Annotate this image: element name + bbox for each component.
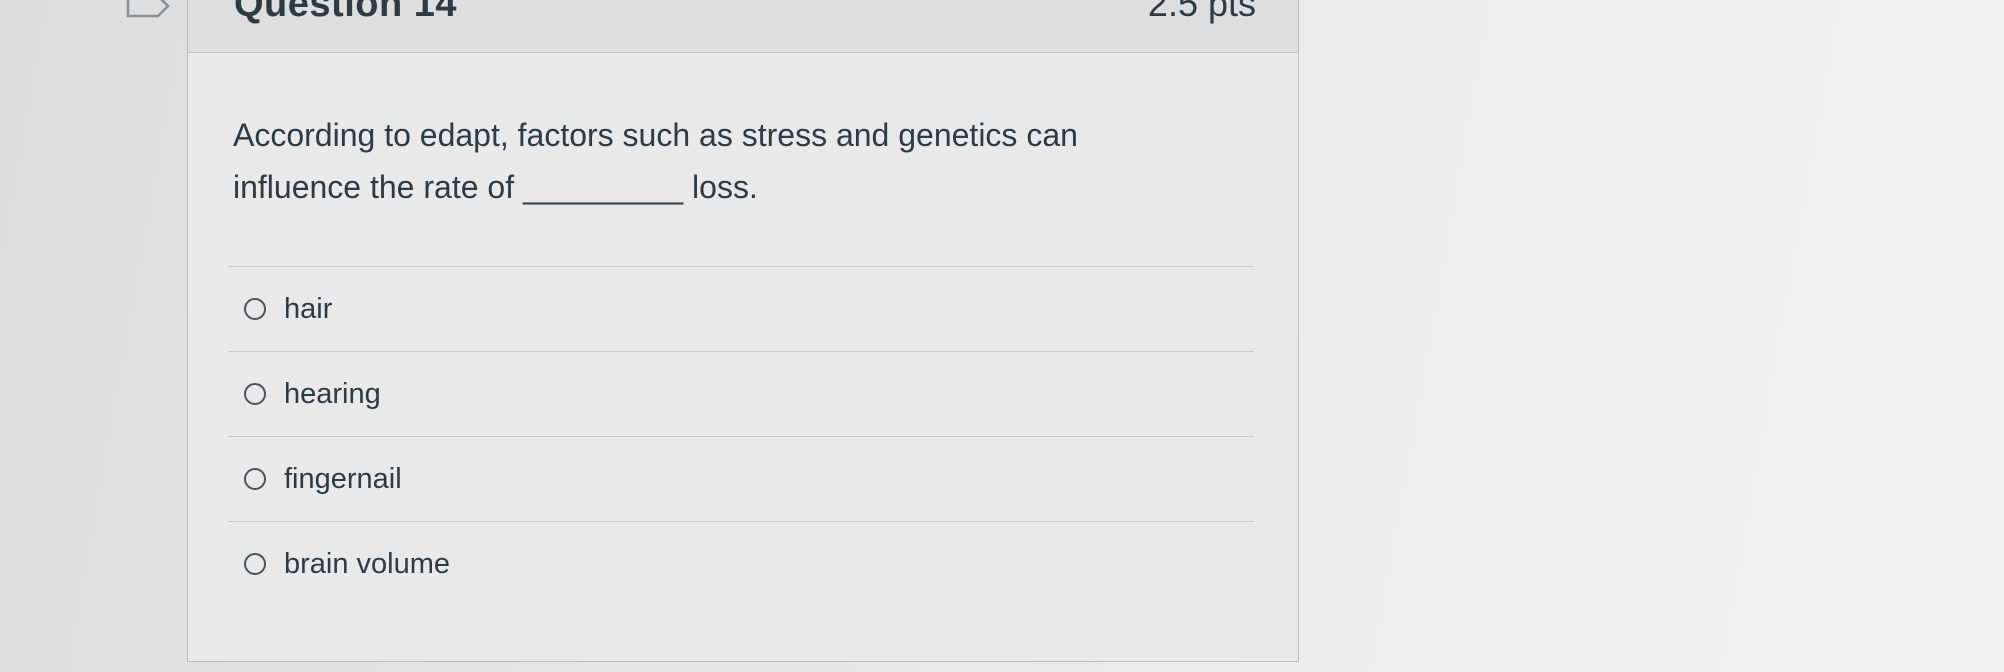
radio-unselected-icon[interactable] — [244, 298, 266, 320]
radio-unselected-icon[interactable] — [244, 383, 266, 405]
radio-unselected-icon[interactable] — [244, 468, 266, 490]
flag-icon[interactable] — [126, 0, 170, 22]
question-card: Question 14 2.5 pts According to edapt, … — [187, 0, 1299, 662]
question-title: Question 14 — [234, 0, 457, 25]
answer-label: hearing — [284, 377, 381, 410]
answer-option-hair[interactable]: hair — [228, 266, 1254, 351]
answer-label: fingernail — [284, 462, 402, 495]
answer-option-fingernail[interactable]: fingernail — [228, 436, 1254, 521]
radio-unselected-icon[interactable] — [244, 553, 266, 575]
answer-option-brain-volume[interactable]: brain volume — [228, 521, 1254, 606]
answer-list: hair hearing fingernail brain volume — [228, 266, 1254, 606]
answer-option-hearing[interactable]: hearing — [228, 351, 1254, 436]
answer-label: brain volume — [284, 547, 451, 580]
question-text: According to edapt, factors such as stre… — [233, 117, 1078, 205]
answer-label: hair — [284, 292, 333, 325]
question-header: Question 14 2.5 pts — [188, 0, 1298, 53]
question-points: 2.5 pts — [1147, 0, 1256, 24]
